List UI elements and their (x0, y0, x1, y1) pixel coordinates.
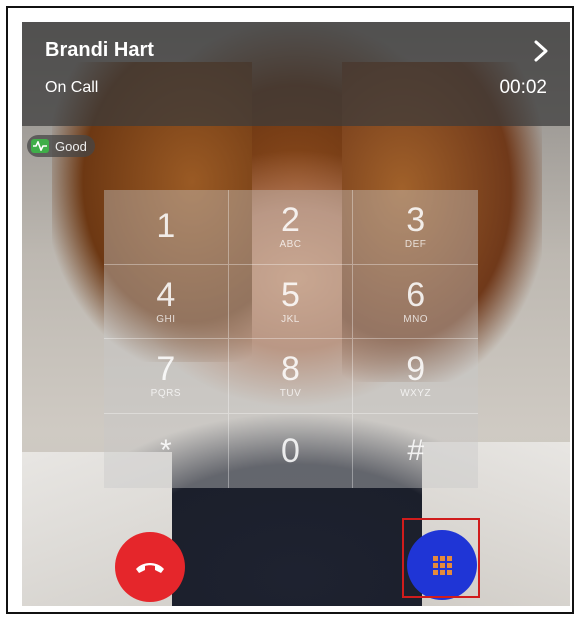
key-letters: GHI (156, 313, 176, 325)
end-call-button[interactable] (115, 532, 185, 602)
key-letters: JKL (281, 313, 300, 325)
key-digit: 4 (156, 275, 176, 314)
video-call-screen: Brandi Hart On Call 00:02 Good 1 2 ABC 3D… (22, 22, 570, 606)
key-digit: 1 (156, 206, 176, 245)
waveform-icon (31, 139, 49, 153)
keypad-key-hash[interactable]: # (353, 414, 478, 489)
selection-highlight (402, 518, 480, 598)
key-letters: PQRS (150, 388, 181, 400)
key-digit: * (159, 433, 172, 467)
key-digit: 6 (406, 275, 426, 314)
caller-name: Brandi Hart (45, 39, 154, 61)
key-letters: MNO (403, 313, 429, 325)
keypad-key-star[interactable]: * (104, 413, 229, 488)
call-status: On Call (45, 79, 99, 96)
dial-keypad: 1 2 ABC 3 DEF 4 GHI 5 JKL 6 MNO 7 PQRS 8 TUV 9W… (104, 190, 478, 488)
key-digit: 3 (406, 201, 426, 240)
keypad-key-7[interactable]: 7 PQRS (104, 339, 229, 414)
hang-up-icon (136, 563, 164, 573)
key-digit: 7 (156, 350, 176, 389)
key-digit: 8 (281, 350, 300, 389)
keypad-key-3[interactable]: 3 DEF (353, 190, 478, 265)
key-letters: DEF (404, 239, 427, 251)
keypad-key-5[interactable]: 5 JKL (228, 264, 354, 339)
key-letters: WXYZ (400, 388, 432, 400)
keypad-key-1[interactable]: 1 (104, 190, 229, 265)
key-digit: 2 (281, 201, 300, 240)
call-timer: 00:02 (499, 77, 547, 98)
key-letters: TUV (279, 388, 302, 400)
chevron-right-icon[interactable] (530, 38, 552, 64)
call-quality-badge: Good (27, 135, 95, 157)
call-header: Brandi Hart On Call 00:02 (22, 22, 570, 126)
keypad-key-9[interactable]: 9 WXYZ (353, 339, 478, 414)
keypad-key-4[interactable]: 4 GHI (104, 264, 229, 339)
key-digit: 0 (281, 431, 300, 470)
call-quality-label: Good (55, 138, 87, 154)
keypad-key-6[interactable]: 6 MNO (353, 265, 478, 339)
key-digit: 9 (406, 350, 426, 389)
keypad-key-8[interactable]: 8 TUV (228, 339, 354, 414)
keypad-key-0[interactable]: 0 (229, 413, 354, 488)
key-digit: 5 (281, 275, 300, 314)
key-letters: ABC (279, 239, 302, 251)
key-digit: # (407, 433, 424, 467)
keypad-key-2[interactable]: 2 ABC (228, 190, 354, 265)
